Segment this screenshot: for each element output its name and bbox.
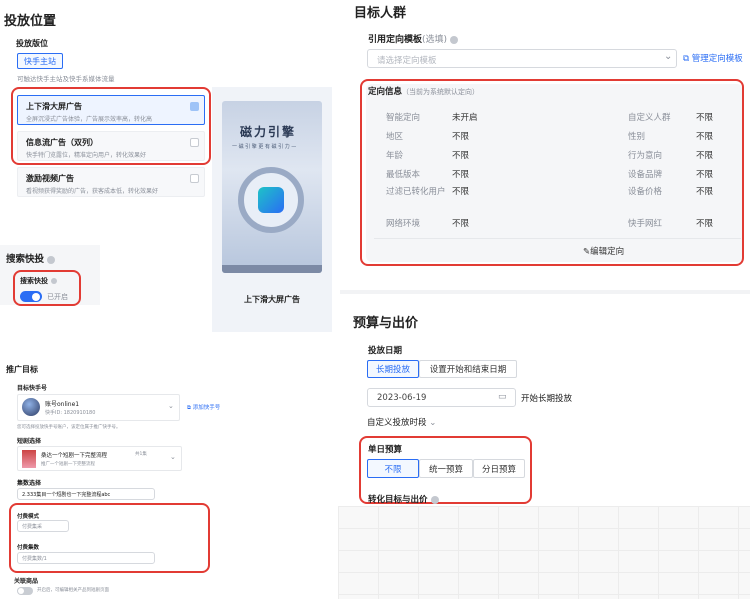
- account-name: 账号online1: [45, 401, 80, 408]
- highlight-search-toggle: [13, 270, 81, 306]
- help-icon[interactable]: [430, 495, 439, 504]
- budget-separator: [340, 290, 750, 294]
- highlight-targeting-info: [360, 79, 744, 266]
- toggle-knob: [18, 588, 24, 594]
- short-cover: [22, 450, 36, 468]
- account-card[interactable]: 账号online1 快手ID: 1820910180 ⌄: [17, 394, 180, 421]
- short-label: 短剧选择: [17, 438, 42, 445]
- preview-logo-core: [258, 187, 284, 213]
- preview-panel: 磁力引擎 一 磁 引 擎 更 有 磁 引 力 — 上下滑大屏广告: [212, 87, 332, 332]
- link-toggle[interactable]: [17, 587, 33, 595]
- custom-time-text: 自定义投放时段: [367, 418, 427, 428]
- add-account-link[interactable]: ⧉ 添加快手号: [187, 403, 220, 412]
- placement-section-label: 投放版位: [16, 39, 48, 48]
- template-select[interactable]: 请选择定向模板 ⌄: [367, 49, 677, 68]
- targeting-title: 目标人群: [354, 6, 407, 21]
- chevron-down-icon: ⌄: [170, 453, 176, 461]
- account-id: 快手ID: 1820910180: [45, 410, 96, 416]
- promo-panel: 推广目标 目标快手号 账号online1 快手ID: 1820910180 ⌄ …: [0, 338, 340, 599]
- placement-panel: 投放位置 投放版位 快手主站 可触达快手主站及快手系媒体流量 上下滑大屏广告 全…: [0, 0, 340, 335]
- account-hint: 您可选择投放快手号账户，该定位属于推广快手号。: [17, 425, 121, 430]
- template-label-text: 引用定向模板: [368, 35, 423, 45]
- app-button[interactable]: 快手主站: [17, 53, 63, 69]
- search-title: 搜索快投: [6, 251, 56, 265]
- goal-label: 转化目标与出价: [368, 493, 439, 505]
- episode-value: 2.333集目一个短剧也一下完整流程abc: [22, 492, 111, 498]
- option-3-title: 激励视频广告: [26, 174, 74, 183]
- add-account-text: 添加快手号: [192, 405, 221, 411]
- short-name: 桑达一个短剧一下完整流程: [41, 453, 108, 459]
- preview-subtitle: 一 磁 引 擎 更 有 磁 引 力 —: [232, 144, 297, 150]
- targeting-panel: 目标人群 引用定向模板(选填) 请选择定向模板 ⌄ ⧉ 管理定向模板 定向信息（…: [340, 0, 750, 290]
- option-card-3[interactable]: 激励视频广告 看视频获得奖励的广告，获客成本低，转化效果好: [17, 167, 205, 197]
- short-count: 共1集: [135, 452, 147, 457]
- promo-title: 推广目标: [6, 365, 38, 374]
- chevron-down-icon: ⌄: [664, 51, 673, 62]
- date-input[interactable]: 2023-06-19 ▭: [367, 388, 516, 407]
- template-optional: (选填): [422, 35, 448, 45]
- short-card[interactable]: 桑达一个短剧一下完整流程 共1集 推广一个短剧一下完整流程 ⌄: [17, 446, 182, 471]
- preview-brand: 磁力引擎: [240, 125, 297, 139]
- help-icon[interactable]: [47, 255, 56, 264]
- chevron-down-icon: ⌄: [168, 402, 174, 410]
- calendar-icon: ▭: [498, 392, 507, 402]
- goal-label-text: 转化目标与出价: [368, 495, 428, 505]
- short-sub: 推广一个短剧一下完整流程: [41, 462, 95, 467]
- link-label: 关联商品: [14, 578, 39, 585]
- account-avatar: [22, 398, 40, 416]
- budget-panel: 预算与出价 投放日期 长期投放 设置开始和结束日期 2023-06-19 ▭ 开…: [338, 290, 750, 599]
- phone-screen: 磁力引擎 一 磁 引 擎 更 有 磁 引 力 —: [222, 101, 322, 273]
- preview-caption: 上下滑大屏广告: [244, 295, 300, 304]
- episode-select[interactable]: 2.333集目一个短剧也一下完整流程abc: [17, 488, 155, 500]
- external-link-icon: ⧉: [683, 54, 692, 64]
- start-text: 开始长期投放: [521, 394, 573, 404]
- help-icon[interactable]: [450, 35, 459, 44]
- budget-title: 预算与出价: [353, 316, 419, 331]
- manage-template-link[interactable]: ⧉ 管理定向模板: [683, 52, 743, 64]
- link-hint: 开启后，可编辑相关产品到短剧页面: [37, 588, 109, 593]
- preview-bottom-bar: [222, 265, 322, 273]
- highlight-pay: [9, 503, 210, 573]
- blank-grid: [338, 506, 750, 599]
- long-term-button[interactable]: 长期投放: [367, 360, 419, 378]
- chevron-down-icon: ⌄: [426, 418, 437, 428]
- template-placeholder: 请选择定向模板: [377, 56, 437, 66]
- episode-label: 集数选择: [17, 480, 42, 487]
- set-dates-button[interactable]: 设置开始和结束日期: [419, 360, 517, 378]
- template-label: 引用定向模板(选填): [368, 32, 459, 45]
- app-hint: 可触达快手主站及快手系媒体流量: [17, 75, 115, 83]
- account-label: 目标快手号: [17, 385, 48, 392]
- date-value: 2023-06-19: [377, 393, 427, 403]
- highlight-options: [11, 87, 211, 165]
- search-title-text: 搜索快投: [6, 254, 45, 265]
- manage-template-text: 管理定向模板: [691, 54, 743, 64]
- placement-title: 投放位置: [4, 14, 57, 29]
- custom-time-link[interactable]: 自定义投放时段 ⌄: [367, 416, 436, 428]
- option-3-desc: 看视频获得奖励的广告，获客成本低，转化效果好: [26, 188, 159, 195]
- option-3-checkbox[interactable]: [190, 174, 199, 183]
- date-label: 投放日期: [368, 346, 403, 356]
